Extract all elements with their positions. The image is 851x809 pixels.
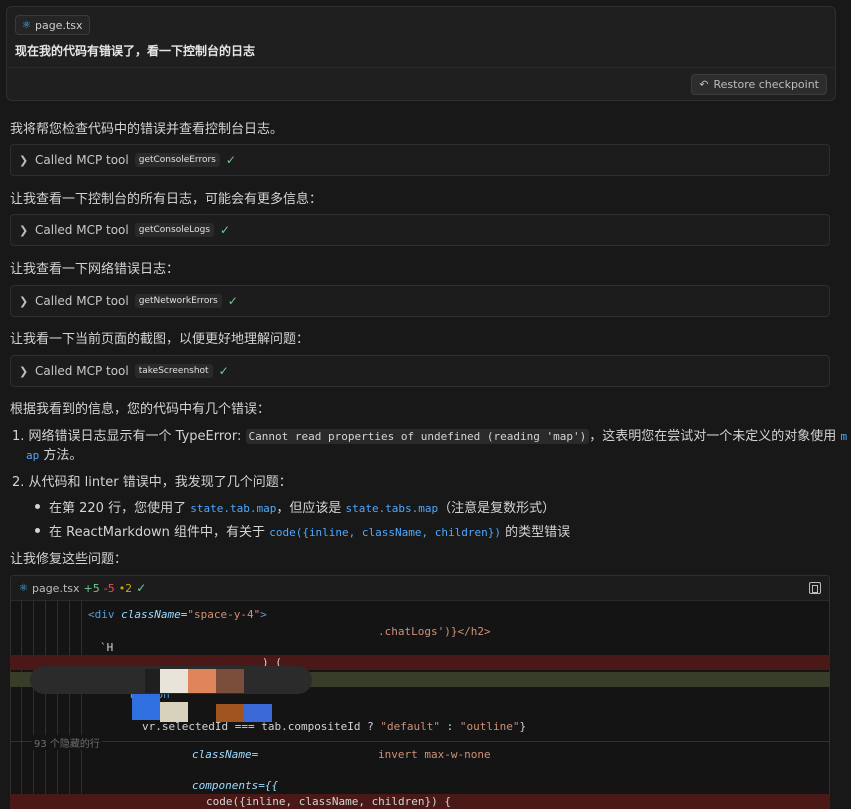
code-line: vr.selectedId === tab.compositeId ? "def… (142, 720, 527, 733)
list-item-2: 2. 从代码和 linter 错误中，我发现了几个问题： (12, 471, 292, 490)
warning-count: •2 (118, 581, 133, 595)
code-line: invert max-w-none (378, 748, 491, 761)
assistant-paragraph: 根据我看到的信息，您的代码中有几个错误： (10, 402, 271, 417)
divider (7, 67, 835, 68)
tool-prefix: Called MCP tool (35, 223, 129, 237)
redaction-overlay (160, 702, 188, 722)
assistant-paragraph: 让我查看一下网络错误日志： (10, 262, 180, 277)
redaction-overlay (132, 694, 160, 720)
tool-name: takeScreenshot (134, 364, 213, 378)
react-icon: ⚛ (22, 19, 31, 31)
redaction-overlay (145, 669, 160, 693)
check-icon: ✓ (225, 153, 236, 167)
sub-item-1: 在第 220 行，您使用了 state.tab.map，但应该是 state.t… (49, 497, 555, 516)
tool-prefix: Called MCP tool (35, 294, 129, 308)
tool-call-get-console-logs[interactable]: ❯ Called MCP tool getConsoleLogs ✓ (10, 214, 830, 246)
check-icon: ✓ (136, 581, 147, 595)
code-line: code({inline, className, children}) { (206, 795, 452, 808)
indent-guide (81, 601, 82, 808)
inline-code-link[interactable]: state.tabs.map (345, 502, 438, 515)
check-icon: ✓ (220, 223, 231, 237)
file-chip-label: page.tsx (34, 18, 83, 32)
code-line: `H (100, 641, 114, 654)
inline-code-link[interactable]: state.tab.map (190, 502, 276, 515)
tool-name: getConsoleErrors (134, 153, 220, 167)
list-text: 在第 220 行，您使用了 (49, 501, 191, 516)
react-icon: ⚛ (19, 582, 28, 594)
hidden-lines-separator[interactable]: 93 个隐藏的行 (10, 735, 830, 750)
indent-guide (33, 601, 34, 808)
redaction-overlay (244, 704, 272, 722)
inline-code-link[interactable]: code({inline, className, children}) (269, 526, 501, 539)
bullet-dot (35, 504, 40, 509)
indent-guide (45, 601, 46, 808)
tool-prefix: Called MCP tool (35, 153, 129, 167)
chevron-right-icon: ❯ (19, 223, 29, 237)
user-message-text: 现在我的代码有错误了，看一下控制台的日志 (15, 44, 256, 58)
indent-guide (57, 601, 58, 808)
removed-count: -5 (103, 581, 115, 595)
indent-guide (69, 601, 70, 808)
list-item-1-continued: ap 方法。 (26, 444, 82, 463)
redaction-overlay (160, 669, 188, 693)
indent-guide (21, 601, 22, 808)
tool-name: getConsoleLogs (134, 223, 215, 237)
assistant-paragraph: 让我看一下当前页面的截图，以便更好地理解问题： (10, 332, 310, 347)
tool-name: getNetworkErrors (134, 294, 222, 308)
code-line: .chatLogs')}</h2> (378, 625, 491, 638)
added-count: +5 (83, 581, 100, 595)
hidden-lines-label: 93 个隐藏的行 (32, 735, 102, 750)
list-text: 方法。 (39, 448, 83, 463)
restore-icon: ↶ (699, 78, 709, 91)
list-number: 1. (12, 429, 25, 444)
code-line: className= (192, 748, 259, 761)
diff-header: ⚛ page.tsx +5 -5 •2 ✓ (11, 576, 829, 601)
list-number: 2. (12, 475, 25, 490)
list-item-1: 1. 网络错误日志显示有一个 TypeError: Cannot read pr… (12, 425, 847, 444)
list-text: ，但应该是 (276, 501, 346, 516)
open-in-editor-icon[interactable] (809, 582, 821, 594)
diff-file-name[interactable]: page.tsx (32, 582, 80, 595)
chevron-right-icon: ❯ (19, 364, 29, 378)
assistant-paragraph: 让我查看一下控制台的所有日志，可能会有更多信息： (10, 192, 323, 207)
file-context-chip[interactable]: ⚛ page.tsx (15, 15, 90, 35)
user-message-box: ⚛ page.tsx 现在我的代码有错误了，看一下控制台的日志 ↶ Restor… (6, 6, 836, 101)
assistant-intro: 我将帮您检查代码中的错误并查看控制台日志。 (10, 122, 284, 137)
list-text: （注意是复数形式） (438, 501, 556, 516)
chevron-right-icon: ❯ (19, 153, 29, 167)
restore-label: Restore checkpoint (713, 78, 820, 91)
inline-code-link[interactable]: ap (26, 449, 39, 462)
list-text: 网络错误日志显示有一个 TypeError: (28, 429, 246, 444)
tool-call-get-console-errors[interactable]: ❯ Called MCP tool getConsoleErrors ✓ (10, 144, 830, 176)
redaction-overlay (188, 669, 216, 693)
check-icon: ✓ (227, 294, 238, 308)
code-line: <div className="space-y-4"> (88, 608, 267, 621)
list-text: 的类型错误 (501, 525, 571, 540)
redaction-overlay (216, 669, 244, 693)
tool-prefix: Called MCP tool (35, 364, 129, 378)
tool-call-take-screenshot[interactable]: ❯ Called MCP tool takeScreenshot ✓ (10, 355, 830, 387)
list-text: 从代码和 linter 错误中，我发现了几个问题： (28, 475, 292, 490)
divider (10, 741, 830, 742)
sub-item-2: 在 ReactMarkdown 组件中，有关于 code({inline, cl… (49, 521, 570, 540)
assistant-paragraph: 让我修复这些问题： (10, 552, 128, 567)
inline-code: Cannot read properties of undefined (rea… (245, 429, 590, 444)
check-icon: ✓ (218, 364, 229, 378)
tool-call-get-network-errors[interactable]: ❯ Called MCP tool getNetworkErrors ✓ (10, 285, 830, 317)
list-text: ，这表明您在尝试对一个未定义的对象使用 (589, 429, 837, 444)
code-line: components={{ (192, 779, 279, 792)
redaction-overlay (216, 704, 244, 722)
list-text: 在 ReactMarkdown 组件中，有关于 (49, 525, 270, 540)
restore-checkpoint-button[interactable]: ↶ Restore checkpoint (691, 74, 827, 95)
inline-code-link[interactable]: m (840, 430, 847, 443)
chevron-right-icon: ❯ (19, 294, 29, 308)
bullet-dot (35, 528, 40, 533)
